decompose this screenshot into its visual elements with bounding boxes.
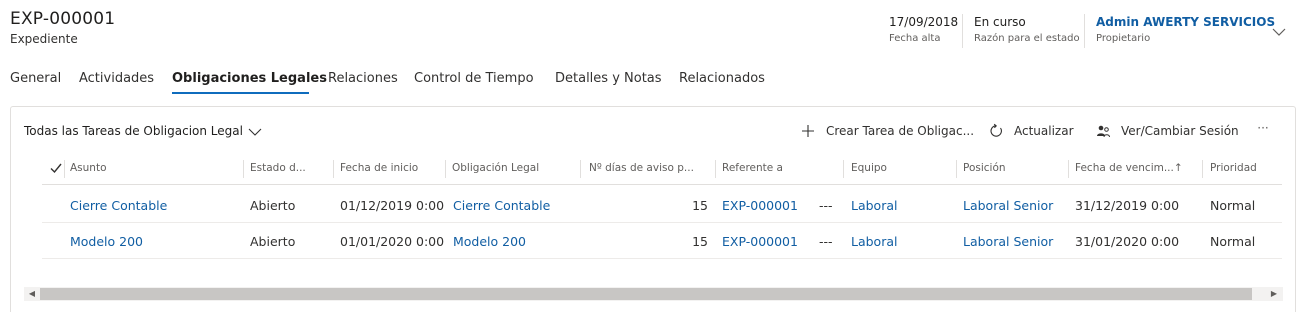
cell-dias-aviso: 15 bbox=[692, 198, 708, 213]
column-divider bbox=[445, 160, 446, 178]
column-header-fecha-inicio[interactable]: Fecha de inicio bbox=[340, 152, 442, 185]
column-divider bbox=[1068, 160, 1069, 178]
record-title: EXP-000001 bbox=[10, 9, 116, 29]
cell-equipo[interactable]: Laboral bbox=[851, 198, 897, 213]
header-field-value: En curso bbox=[974, 15, 1026, 29]
cell-fecha-inicio: 01/12/2019 0:00 bbox=[340, 198, 445, 213]
cell-fecha-inicio: 01/01/2020 0:00 bbox=[340, 234, 445, 249]
cell-prioridad: Normal bbox=[1210, 198, 1256, 213]
users-icon bbox=[1097, 125, 1110, 138]
scrollbar-thumb[interactable] bbox=[40, 288, 1252, 300]
cell-estado: Abierto bbox=[250, 198, 296, 213]
view-selector[interactable]: Todas las Tareas de Obligacion Legal bbox=[24, 124, 243, 138]
header-field-status-reason: En curso Razón para el estado bbox=[974, 15, 1080, 46]
tab-detalles-y-notas[interactable]: Detalles y Notas bbox=[555, 71, 662, 86]
cell-equipo[interactable]: Laboral bbox=[851, 234, 897, 249]
create-task-button[interactable]: Crear Tarea de Obligac... bbox=[800, 121, 974, 141]
header-field-owner: Admin AWERTY SERVICIOS Propietario bbox=[1096, 15, 1275, 46]
column-divider bbox=[580, 160, 581, 178]
column-header-asunto[interactable]: Asunto bbox=[70, 152, 240, 185]
chevron-down-icon[interactable] bbox=[248, 125, 262, 139]
header-divider bbox=[1084, 14, 1085, 48]
create-task-label: Crear Tarea de Obligac... bbox=[826, 124, 975, 138]
column-divider bbox=[1202, 160, 1203, 178]
column-header-posicion[interactable]: Posición bbox=[963, 152, 1065, 185]
column-divider bbox=[333, 160, 334, 178]
cell-estado: Abierto bbox=[250, 234, 296, 249]
tab-actividades[interactable]: Actividades bbox=[79, 71, 154, 86]
active-tab-indicator bbox=[172, 92, 309, 94]
column-header-referente[interactable]: Referente a bbox=[722, 152, 840, 185]
header-divider bbox=[962, 14, 963, 48]
cell-separator: --- bbox=[819, 198, 833, 213]
cell-fecha-vencimiento: 31/12/2019 0:00 bbox=[1075, 198, 1180, 213]
tab-relaciones[interactable]: Relaciones bbox=[328, 71, 398, 86]
column-header-estado[interactable]: Estado d... bbox=[250, 152, 330, 185]
refresh-button[interactable]: Actualizar bbox=[988, 121, 1074, 141]
tab-relacionados[interactable]: Relacionados bbox=[679, 71, 765, 86]
cell-prioridad: Normal bbox=[1210, 234, 1256, 249]
refresh-icon bbox=[990, 123, 1002, 137]
header-field-label: Fecha alta bbox=[889, 33, 941, 44]
header-field-created-on: 17/09/2018 Fecha alta bbox=[889, 15, 958, 46]
header-field-label: Razón para el estado bbox=[974, 33, 1080, 44]
cell-asunto[interactable]: Modelo 200 bbox=[70, 234, 143, 249]
cell-obligacion[interactable]: Cierre Contable bbox=[453, 198, 550, 213]
column-divider bbox=[64, 160, 65, 178]
add-icon bbox=[802, 125, 814, 137]
record-entity-name: Expediente bbox=[10, 32, 78, 46]
column-divider bbox=[715, 160, 716, 178]
refresh-label: Actualizar bbox=[1014, 124, 1074, 138]
column-header-fecha-vencimiento[interactable]: Fecha de vencim...↑ bbox=[1075, 152, 1199, 185]
cell-fecha-vencimiento: 31/01/2020 0:00 bbox=[1075, 234, 1180, 249]
cell-posicion[interactable]: Laboral Senior bbox=[963, 198, 1053, 213]
column-divider bbox=[956, 160, 957, 178]
cell-dias-aviso: 15 bbox=[692, 234, 708, 249]
chevron-down-icon[interactable] bbox=[1271, 24, 1287, 40]
column-header-prioridad[interactable]: Prioridad bbox=[1210, 152, 1280, 185]
tab-general[interactable]: General bbox=[10, 71, 61, 86]
cell-asunto[interactable]: Cierre Contable bbox=[70, 198, 167, 213]
column-header-equipo[interactable]: Equipo bbox=[851, 152, 953, 185]
session-button[interactable]: Ver/Cambiar Sesión bbox=[1095, 121, 1239, 141]
cell-referente[interactable]: EXP-000001 bbox=[722, 198, 798, 213]
column-header-dias-aviso[interactable]: Nº días de aviso p... bbox=[589, 152, 711, 185]
cell-obligacion[interactable]: Modelo 200 bbox=[453, 234, 526, 249]
header-field-label: Propietario bbox=[1096, 33, 1151, 44]
scroll-left-arrow-icon[interactable]: ◀ bbox=[26, 288, 38, 300]
column-header-obligacion[interactable]: Obligación Legal bbox=[452, 152, 576, 185]
check-icon[interactable] bbox=[49, 161, 63, 175]
cell-posicion[interactable]: Laboral Senior bbox=[963, 234, 1053, 249]
owner-link[interactable]: Admin AWERTY SERVICIOS bbox=[1096, 15, 1275, 30]
session-label: Ver/Cambiar Sesión bbox=[1121, 124, 1239, 138]
scroll-right-arrow-icon[interactable]: ▶ bbox=[1268, 288, 1280, 300]
header-field-value: 17/09/2018 bbox=[889, 15, 959, 29]
column-divider bbox=[843, 160, 844, 178]
tab-obligaciones-legales[interactable]: Obligaciones Legales bbox=[172, 71, 327, 86]
tab-control-de-tiempo[interactable]: Control de Tiempo bbox=[414, 71, 534, 86]
more-commands-button[interactable]: ··· bbox=[1256, 121, 1270, 141]
column-divider bbox=[243, 160, 244, 178]
cell-separator: --- bbox=[819, 234, 833, 249]
cell-referente[interactable]: EXP-000001 bbox=[722, 234, 798, 249]
